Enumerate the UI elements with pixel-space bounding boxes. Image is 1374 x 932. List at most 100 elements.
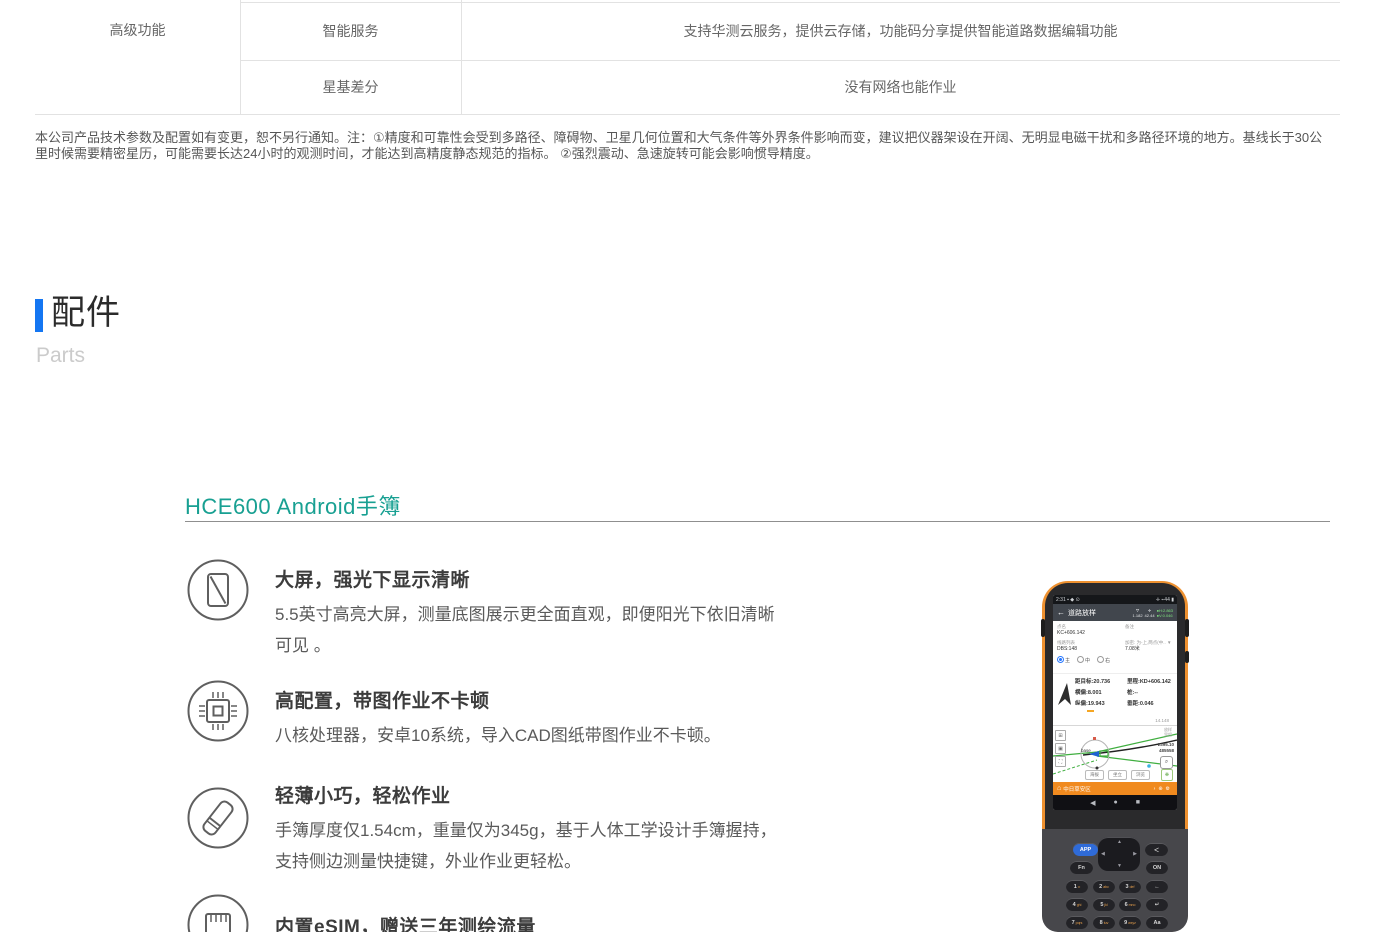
on-key: ON <box>1146 861 1168 874</box>
field-value: DBS:148 <box>1057 646 1077 653</box>
magnifier-icon: ⌕ <box>1160 756 1173 769</box>
heading-divider <box>185 521 1330 522</box>
key-9: 9wxyz <box>1119 916 1141 929</box>
feature-title: 轻薄小巧，轻松作业 <box>275 781 835 808</box>
map-view: 放样 里程 2395.10 485558 base ⊞ ▣ ⛶ ⌕ ❉ 海拔 坐… <box>1053 726 1177 782</box>
field-label: 线路列表 <box>1057 639 1075 646</box>
feature-item: 大屏，强光下显示清晰 5.5英寸高亮大屏，测量底图展示更全面直观，即便阳光下依旧… <box>275 565 835 661</box>
dpad: ▲ ◀ ▶ ▼ <box>1098 837 1140 871</box>
app-bar: ← 道路放样 ⛛ 1.182 ✛ 42.44 ●H:2.863 ●V:0.046 <box>1053 604 1177 621</box>
handheld-icon <box>187 787 249 849</box>
layers-icon: ⊞ <box>1055 730 1066 741</box>
device-side-button <box>1185 619 1189 637</box>
back-arrow-icon: ← <box>1057 608 1065 617</box>
map-button: 坐立 <box>1108 770 1127 780</box>
product-spec-page: 高级功能 智能服务 支持华测云服务，提供云存储，功能码分享提供智能道路数据编辑功… <box>0 0 1374 932</box>
navigation-arrow-icon <box>1056 682 1073 706</box>
back-key: ＜ <box>1145 843 1168 856</box>
field-label: 备注 <box>1125 623 1173 630</box>
stat-value: 里程:KD+606.142 <box>1127 677 1176 688</box>
disclaimer-text: 本公司产品技术参数及配置如有变更，恕不另行通知。注：①精度和可靠性会受到多路径、… <box>35 130 1330 162</box>
fullscreen-icon: ⛶ <box>1055 756 1066 767</box>
feature-title: 内置eSIM，赠送三年测绘流量 <box>275 912 835 932</box>
accuracy-badge: ●H:2.863 ●V:0.046 <box>1157 608 1173 618</box>
spec-row-name: 智能服务 <box>240 2 461 60</box>
spec-row-name: 星基差分 <box>240 60 461 114</box>
feature-item: 高配置，带图作业不卡顿 八核处理器，安卓10系统，导入CAD图纸带图作业不卡顿。 <box>275 686 835 751</box>
handheld-controller-image: 2:31 ▪ ◆ ⊙ ✛ ⌁44 ▮ ← 道路放样 ⛛ 1.182 ✛ 42.4… <box>1042 581 1188 932</box>
android-nav-bar: ◀ ● ■ <box>1053 795 1177 810</box>
table-border <box>35 114 1340 115</box>
product-heading: HCE600 Android手簿 <box>185 489 401 521</box>
map-legend: 放样 里程 <box>1164 727 1172 737</box>
dpad-down-icon: ▼ <box>1117 863 1122 869</box>
cpu-icon <box>187 680 249 742</box>
radio-option: 主 <box>1057 656 1070 665</box>
map-buttons: 海拔 坐立 浏览 <box>1085 770 1150 780</box>
fn-key: Fn <box>1070 861 1093 874</box>
app-title: 道路放样 <box>1068 608 1131 618</box>
field-label: 点名 <box>1057 623 1066 630</box>
stakeout-stats: 距目标:20.736 里程:KD+606.142 横偏:8.001 桩:-- 纵… <box>1053 673 1177 716</box>
map-tools: ⊞ ▣ ⛶ <box>1055 730 1066 767</box>
nav-back-icon: ◀ <box>1090 799 1095 807</box>
dpad-right-icon: ▶ <box>1133 851 1137 857</box>
stakeout-form: 点名 备注 KC+606.142 线路列表 加密: 为-上,两点(中.. ▼ D… <box>1053 621 1177 673</box>
spec-row-desc: 没有网络也能作业 <box>461 60 1340 114</box>
nav-home-icon: ● <box>1113 799 1117 806</box>
mileage-note: 14.148 <box>1053 716 1177 726</box>
spec-category-cell: 高级功能 <box>35 0 240 60</box>
key-5: 5jkl <box>1093 898 1115 911</box>
backspace-key: ← <box>1146 880 1168 893</box>
status-right: ✛ ⌁44 ▮ <box>1156 597 1174 603</box>
stat-value: 距目标:20.736 <box>1075 677 1127 688</box>
enter-key: ↵ <box>1146 898 1168 911</box>
stat-value: 垂距:0.046 <box>1127 699 1176 710</box>
stat-value: 桩:-- <box>1127 688 1176 699</box>
key-2: 2abc <box>1093 880 1115 893</box>
key-6: 6mno <box>1119 898 1141 911</box>
radio-option: 右 <box>1097 656 1110 665</box>
status-left: 2:31 ▪ ◆ ⊙ <box>1056 597 1080 603</box>
device-side-button <box>1185 651 1189 663</box>
aa-key: Aa <box>1146 916 1168 929</box>
gnss-info: ⛛ 1.182 <box>1133 608 1143 618</box>
base-label: base <box>1081 748 1091 753</box>
section-title: 配件 <box>51 293 121 333</box>
radio-option: 中 <box>1077 656 1090 665</box>
feature-desc: 5.5英寸高亮大屏，测量底图展示更全面直观，即便阳光下依旧清晰 可见 。 <box>275 599 835 661</box>
spec-category-label: 高级功能 <box>110 20 166 40</box>
stat-value: 横偏:8.001 <box>1075 688 1127 699</box>
stat-value: 纵偏:19.943 <box>1075 699 1127 710</box>
device-side-button <box>1041 619 1045 637</box>
map-coordinates: 2395.10 485558 <box>1158 742 1174 754</box>
feature-title: 高配置，带图作业不卡顿 <box>275 686 835 713</box>
section-accent-bar <box>35 299 43 332</box>
key-4: 4ghi <box>1066 898 1088 911</box>
feature-desc: 手簿厚度仅1.54cm，重量仅为345g，基于人体工学设计手簿握持， 支持侧边测… <box>275 815 835 877</box>
feature-item: 轻薄小巧，轻松作业 手簿厚度仅1.54cm，重量仅为345g，基于人体工学设计手… <box>275 781 835 877</box>
key-7: 7pqrs <box>1066 916 1088 929</box>
dpad-left-icon: ◀ <box>1101 851 1105 857</box>
key-1: 1∞ <box>1066 880 1088 893</box>
key-3: 3def <box>1119 880 1141 893</box>
nav-recents-icon: ■ <box>1136 799 1140 806</box>
key-8: 8tuv <box>1093 916 1115 929</box>
app-key: APP <box>1073 843 1098 856</box>
feature-desc: 八核处理器，安卓10系统，导入CAD图纸带图作业不卡顿。 <box>275 720 835 751</box>
feature-title: 大屏，强光下显示清晰 <box>275 565 835 592</box>
field-value: KC+606.142 <box>1057 630 1085 637</box>
device-screen: 2:31 ▪ ◆ ⊙ ✛ ⌁44 ▮ ← 道路放样 ⛛ 1.182 ✛ 42.4… <box>1053 595 1177 810</box>
device-keypad: APP ▲ ◀ ▶ ▼ ＜ Fn ON 1∞ 2abc 3def ← 4ghi … <box>1042 829 1188 932</box>
section-subtitle: Parts <box>36 344 85 368</box>
spec-row-desc: 支持华测云服务，提供云存储，功能码分享提供智能道路数据编辑功能 <box>461 2 1340 60</box>
screenshot-icon: ▣ <box>1055 743 1066 754</box>
survey-tool-icon: ❉ <box>1161 769 1173 781</box>
map-button: 浏览 <box>1131 770 1150 780</box>
gnss-info: ✛ 42.44 <box>1145 608 1155 618</box>
status-bar: 2:31 ▪ ◆ ⊙ ✛ ⌁44 ▮ <box>1053 595 1177 604</box>
feature-item: 内置eSIM，赠送三年测绘流量 <box>275 912 835 932</box>
radio-row: 主 中 右 <box>1057 656 1173 665</box>
dpad-up-icon: ▲ <box>1117 839 1122 845</box>
field-label: 加密: 为-上,两点(中.. ▼ <box>1125 639 1173 646</box>
